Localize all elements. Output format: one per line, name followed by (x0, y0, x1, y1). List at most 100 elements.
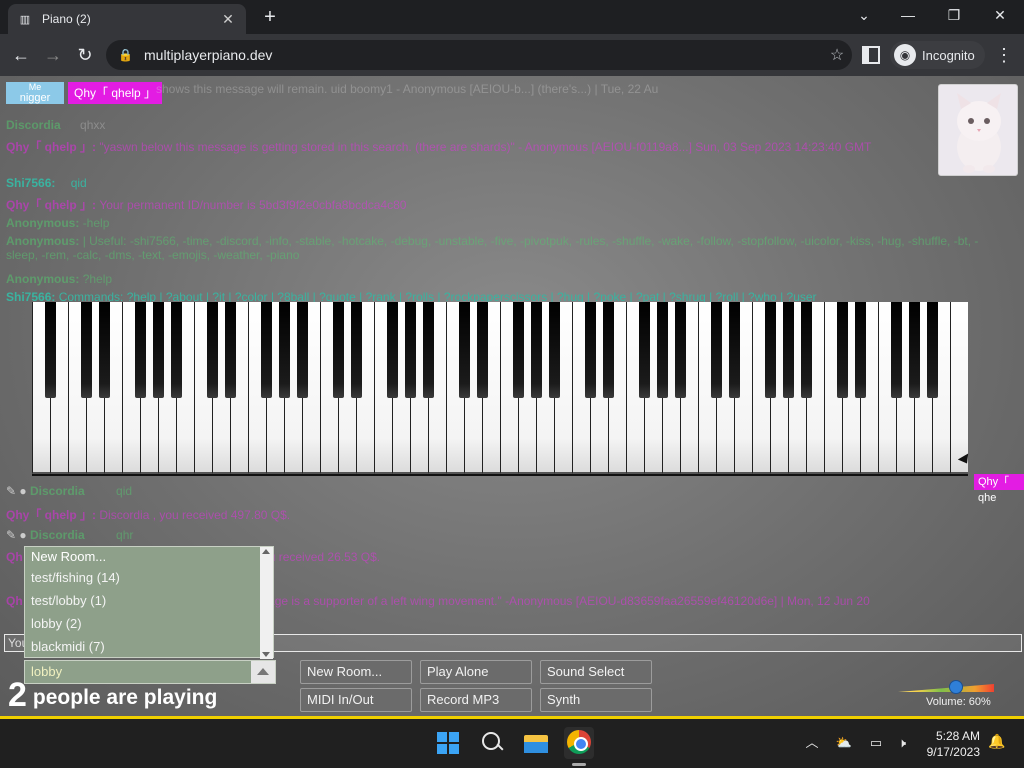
search-icon[interactable] (478, 729, 506, 757)
black-key[interactable] (656, 302, 668, 398)
new-room-button[interactable]: New Room... (300, 660, 412, 684)
black-key[interactable] (710, 302, 722, 398)
black-key[interactable] (350, 302, 362, 398)
reload-icon[interactable]: ↻ (72, 42, 98, 68)
room-item[interactable]: lobby (2) (25, 613, 273, 636)
lock-icon: 🔒 (118, 48, 133, 62)
room-item-new[interactable]: New Room... (25, 547, 273, 567)
black-key[interactable] (296, 302, 308, 398)
url-text: multiplayerpiano.dev (144, 47, 273, 63)
black-key[interactable] (152, 302, 164, 398)
room-list-scrollbar[interactable] (260, 547, 273, 659)
play-alone-button[interactable]: Play Alone (420, 660, 532, 684)
forward-arrow-icon[interactable]: → (40, 42, 66, 68)
black-key[interactable] (800, 302, 812, 398)
chat-message: Shi7566: qid (6, 176, 87, 190)
black-key[interactable] (530, 302, 542, 398)
chrome-icon[interactable] (564, 727, 594, 759)
close-window-button[interactable]: ✕ (980, 4, 1020, 28)
tray-volume-icon[interactable]: 🕨 (892, 733, 912, 753)
black-key[interactable] (134, 302, 146, 398)
black-key[interactable] (386, 302, 398, 398)
tray-display-icon[interactable]: ▭ (866, 733, 886, 753)
room-list-dropdown[interactable]: New Room... test/fishing (14) test/lobby… (24, 546, 274, 659)
black-key[interactable] (728, 302, 740, 398)
piano-keyboard[interactable] (32, 302, 968, 476)
clock-date: 9/17/2023 (926, 745, 980, 759)
black-key[interactable] (404, 302, 416, 398)
black-key[interactable] (206, 302, 218, 398)
incognito-badge[interactable]: ◉ Incognito (890, 41, 985, 69)
bookmark-star-icon[interactable]: ☆ (822, 45, 852, 65)
black-key[interactable] (278, 302, 290, 398)
browser-toolbar: ← → ↻ 🔒 multiplayerpiano.dev ☆ ◉ Incogni… (0, 34, 1024, 76)
file-explorer-icon[interactable] (522, 729, 550, 757)
tab-search-icon[interactable]: ⌄ (844, 4, 884, 28)
chat-icons: ✎ ● (6, 528, 27, 542)
black-key[interactable] (926, 302, 938, 398)
incognito-label: Incognito (922, 47, 975, 63)
tray-cloud-icon[interactable]: ⛅ (834, 733, 854, 753)
chat-message: Anonymous: -help (6, 216, 110, 230)
notification-bell-icon[interactable]: 🔔 (988, 733, 1005, 751)
chat-message: ✎ ● Discordia qhr (6, 528, 134, 542)
room-item[interactable]: test/fishing (14) (25, 567, 273, 590)
scroll-down-icon[interactable] (262, 652, 270, 657)
chevron-up-icon[interactable] (251, 661, 275, 683)
close-tab-icon[interactable]: ✕ (220, 11, 236, 28)
minimize-button[interactable]: — (888, 4, 928, 28)
black-key[interactable] (782, 302, 794, 398)
taskbar-clock[interactable]: 5:28 AM 9/17/2023 (924, 728, 980, 760)
volume-knob[interactable] (948, 680, 963, 694)
tab-piano[interactable]: ▥ Piano (2) ✕ (8, 4, 246, 34)
synth-button[interactable]: Synth (540, 688, 652, 712)
user-chip-me[interactable]: Me nigger (6, 82, 64, 104)
piano-page: Me nigger Qhy「 qhelp 」 shows this messag… (0, 76, 1024, 718)
side-panel-icon[interactable] (862, 46, 880, 64)
black-key[interactable] (98, 302, 110, 398)
black-key[interactable] (44, 302, 56, 398)
black-key[interactable] (80, 302, 92, 398)
tab-title: Piano (2) (42, 12, 91, 26)
black-key[interactable] (602, 302, 614, 398)
tray-chevron-icon[interactable]: ︿ (802, 733, 822, 753)
black-key[interactable] (584, 302, 596, 398)
chat-message: shows this message will remain. uid boom… (156, 82, 659, 96)
room-item[interactable]: test/lobby (1) (25, 590, 273, 613)
tab-strip: ▥ Piano (2) ✕ + ⌄ — ❐ ✕ (0, 0, 1024, 34)
sound-select-button[interactable]: Sound Select (540, 660, 652, 684)
black-key[interactable] (908, 302, 920, 398)
menu-kebab-icon[interactable]: ⋮ (994, 42, 1014, 68)
black-key[interactable] (638, 302, 650, 398)
scroll-up-icon[interactable] (262, 549, 270, 554)
address-bar[interactable]: 🔒 multiplayerpiano.dev ☆ (106, 40, 852, 70)
windows-start-icon[interactable] (434, 729, 462, 757)
volume-track (898, 684, 994, 692)
black-key[interactable] (224, 302, 236, 398)
black-key[interactable] (476, 302, 488, 398)
black-key[interactable] (458, 302, 470, 398)
white-key[interactable] (950, 302, 968, 474)
back-arrow-icon[interactable]: ← (8, 42, 34, 68)
black-key[interactable] (260, 302, 272, 398)
black-key[interactable] (548, 302, 560, 398)
midi-button[interactable]: MIDI In/Out (300, 688, 412, 712)
black-key[interactable] (890, 302, 902, 398)
restore-button[interactable]: ❐ (934, 4, 974, 28)
black-key[interactable] (170, 302, 182, 398)
volume-slider[interactable] (898, 680, 994, 694)
record-mp3-button[interactable]: Record MP3 (420, 688, 532, 712)
piano-icon: ▥ (19, 13, 31, 26)
user-chip-other[interactable]: Qhy「 qhelp 」 (68, 82, 163, 104)
black-key[interactable] (512, 302, 524, 398)
chat-message: Anonymous: ?help (6, 272, 113, 286)
black-key[interactable] (854, 302, 866, 398)
black-key[interactable] (836, 302, 848, 398)
black-key[interactable] (764, 302, 776, 398)
black-key[interactable] (674, 302, 686, 398)
black-key[interactable] (332, 302, 344, 398)
new-tab-button[interactable]: + (258, 6, 282, 30)
chat-message: Discordia qhxx (6, 118, 106, 132)
room-item[interactable]: blackmidi (7) (25, 636, 273, 659)
black-key[interactable] (422, 302, 434, 398)
